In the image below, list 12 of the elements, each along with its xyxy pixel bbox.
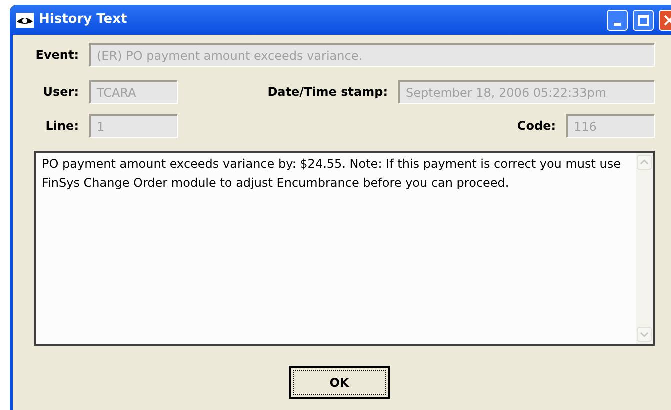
- field-label: Date/Time stamp:: [266, 84, 389, 101]
- ok-button[interactable]: OK: [289, 366, 390, 399]
- message-area[interactable]: PO payment amount exceeds variance by: $24.55. Note: If this payment is correct you must use FinSys Change Order module to adjust Encumbrance before you can proceed.: [34, 151, 655, 346]
- field-label: Line:: [44, 118, 80, 135]
- maximize-button[interactable]: [633, 10, 654, 30]
- field-label: Event:: [34, 47, 80, 64]
- window-title: History Text: [39, 11, 128, 30]
- minimize-button[interactable]: [607, 10, 628, 30]
- eye-icon: [16, 12, 34, 28]
- field-label: User:: [42, 84, 80, 101]
- field-label: Code:: [516, 118, 557, 135]
- message-text: PO payment amount exceeds variance by: $24.55. Note: If this payment is correct you must use FinSys Change Order module to adjust Encumbrance before you can proceed.: [41, 156, 622, 192]
